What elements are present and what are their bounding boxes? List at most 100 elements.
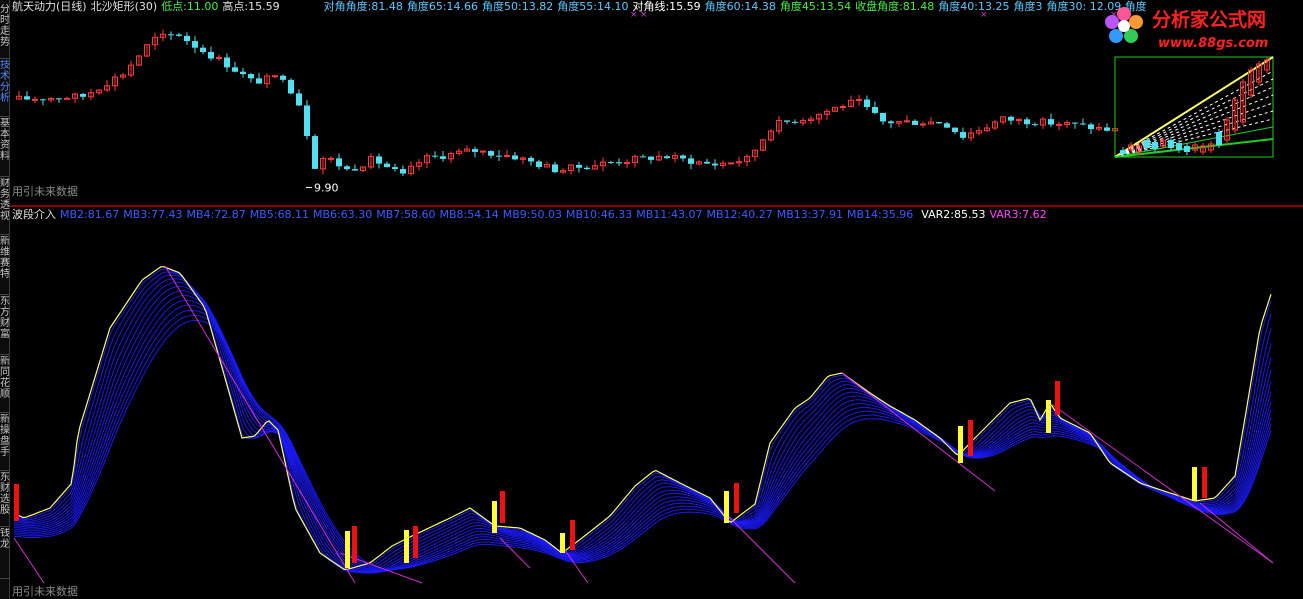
candle-body — [1024, 119, 1030, 125]
candle-body — [880, 112, 886, 122]
sidebar: 分时走势 技术分析 基本资料 财务透视 新维赛特 东方财富 新同花顺 新操盘手 东财选股 钱龙 — [0, 0, 10, 599]
candle-body — [384, 163, 390, 168]
stock-title: 航天动力(日线) — [12, 0, 87, 13]
signal-bar — [404, 530, 409, 563]
sidebar-tab[interactable]: 东方财富 — [0, 296, 9, 355]
sidebar-tab[interactable]: 分时走势 — [0, 4, 9, 59]
candle-body — [64, 97, 70, 100]
sidebar-tab[interactable]: 财务透视 — [0, 178, 9, 235]
ribbon-line — [13, 314, 1272, 571]
high-value: 15.59 — [248, 0, 280, 13]
var3-label: VAR3: — [989, 208, 1023, 221]
sidebar-tab[interactable]: 钱龙 — [0, 528, 9, 579]
sidebar-tab[interactable]: 新操盘手 — [0, 414, 9, 471]
candle-body — [176, 34, 182, 36]
candle-body — [1104, 127, 1110, 131]
candle-body — [392, 167, 398, 170]
angle-value: 14.66 — [446, 0, 479, 13]
candle-body — [1032, 124, 1038, 126]
wave-entry-chart[interactable] — [10, 208, 1303, 599]
ribbon-line — [13, 294, 1272, 574]
mb-value: 72.87 — [214, 208, 246, 221]
angle-label: 对角角度: — [323, 0, 372, 13]
ribbon-line — [13, 278, 1272, 573]
signal-bar — [413, 526, 418, 558]
candle-body — [512, 155, 518, 160]
candle-body — [256, 78, 262, 84]
candle-body — [80, 93, 86, 97]
trend-line — [13, 537, 45, 584]
angle-label: 角度40: — [938, 0, 978, 13]
candle-body — [336, 158, 342, 167]
candle-body — [624, 161, 630, 164]
candle-body — [400, 169, 406, 174]
angle-label: 收盘角度: — [855, 0, 903, 13]
candle-body — [1144, 140, 1150, 148]
candle-body — [40, 99, 46, 101]
candle-body — [32, 98, 38, 101]
candle-body — [288, 79, 294, 94]
logo-text: 分析家公式网 — [1152, 8, 1266, 31]
mb-label: MB8: — [439, 208, 468, 221]
signal-bar — [1192, 467, 1197, 501]
mb-label: MB11: — [636, 208, 671, 221]
panel-divider[interactable] — [10, 205, 1303, 207]
angle-label: 角度50: — [482, 0, 522, 13]
sidebar-tab[interactable]: 技术分析 — [0, 60, 9, 117]
angle-label: 角度55: — [557, 0, 597, 13]
candle-body — [944, 123, 950, 128]
candle-body — [472, 149, 478, 152]
candle-body — [1168, 140, 1174, 148]
candle-body — [648, 156, 654, 160]
candle-body — [912, 120, 918, 125]
candle-body — [296, 93, 302, 106]
indicator-header: 波段介入 MB2:81.67 MB3:77.43 MB4:72.87 MB5:68.11… — [12, 208, 1051, 221]
candle-body — [24, 96, 30, 100]
sidebar-tab[interactable]: 东财选股 — [0, 472, 9, 527]
candle-body — [536, 161, 542, 167]
candle-body — [640, 156, 646, 158]
mb-value: 58.60 — [404, 208, 436, 221]
mb-label: MB14: — [847, 208, 882, 221]
candle-body — [728, 162, 734, 165]
candle-body — [56, 98, 62, 100]
signal-bar — [1055, 381, 1060, 415]
signal-bar — [724, 491, 729, 523]
candle-body — [552, 164, 558, 173]
ribbon-line — [13, 268, 1272, 572]
candle-body — [920, 123, 926, 126]
site-logo: 分析家公式网 www.88gs.com — [1100, 0, 1303, 55]
candle-body — [1072, 122, 1078, 124]
mb-readouts: MB2:81.67 MB3:77.43 MB4:72.87 MB5:68.11 MB6:… — [60, 208, 917, 221]
angle-value: 14.38 — [744, 0, 776, 13]
candle-body — [304, 105, 310, 137]
candle-body — [488, 151, 494, 156]
signal-bar — [1046, 400, 1051, 433]
candle-body — [888, 121, 894, 124]
indicator-panel[interactable]: 波段介入 MB2:81.67 MB3:77.43 MB4:72.87 MB5:68.11… — [10, 208, 1303, 599]
trend-line — [1199, 502, 1274, 564]
mb-value: 37.91 — [811, 208, 844, 221]
signal-bar — [352, 526, 357, 563]
mb-label: MB12: — [706, 208, 742, 221]
signal-bar — [570, 520, 575, 550]
candle-body — [960, 132, 966, 138]
angle-value: 13.25 — [978, 0, 1010, 13]
sidebar-tab[interactable]: 新维赛特 — [0, 236, 9, 295]
candle-body — [792, 121, 798, 123]
candle-body — [344, 166, 350, 170]
mb-value: 68.11 — [277, 208, 310, 221]
candle-body — [168, 34, 174, 36]
sidebar-tab[interactable]: 新同花顺 — [0, 356, 9, 413]
candle-body — [904, 120, 910, 123]
angle-value: 14.10 — [596, 0, 629, 13]
var3-value: 7.62 — [1022, 208, 1047, 221]
mb-label: MB2: — [60, 208, 88, 221]
angle-label: 角度45: — [779, 0, 820, 13]
candle-body — [496, 155, 502, 157]
ribbon-line — [13, 274, 1272, 573]
indicator-name: 波段介入 — [12, 208, 56, 221]
mb-value: 54.14 — [467, 208, 499, 221]
sidebar-tab[interactable]: 基本资料 — [0, 118, 9, 177]
angle-label: 角度3 — [1013, 0, 1043, 13]
